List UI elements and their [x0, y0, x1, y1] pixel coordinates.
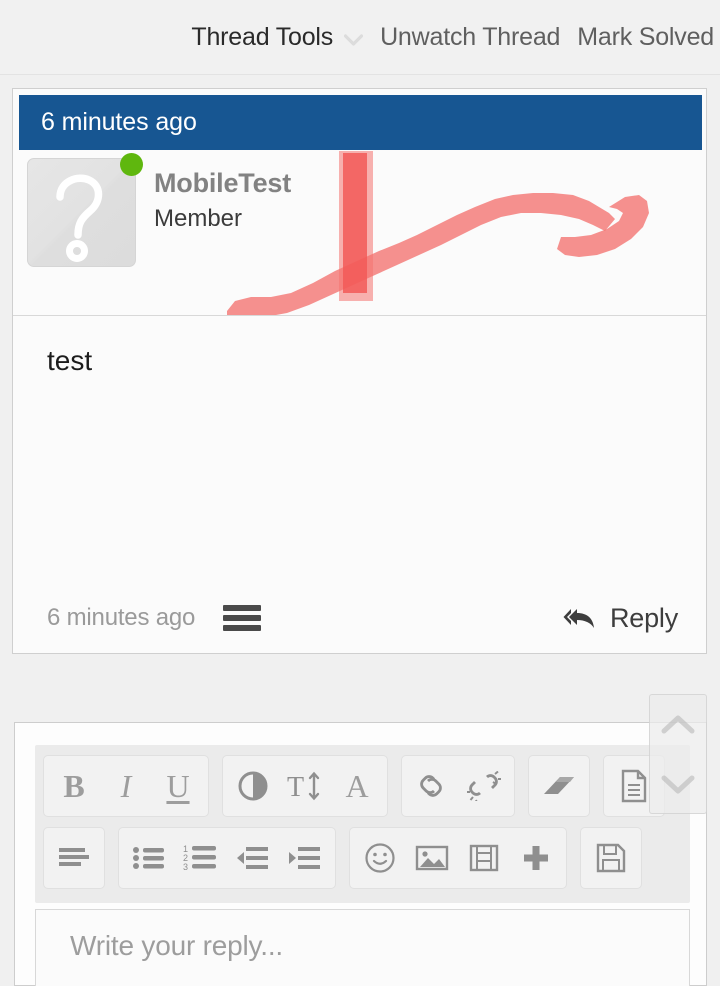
toolbar-group-media [349, 827, 567, 889]
bold-button[interactable]: B [48, 758, 100, 814]
chevron-down-icon [344, 34, 364, 46]
svg-text:3: 3 [183, 862, 188, 872]
avatar-image [27, 158, 136, 267]
toolbar-group-eraser [528, 755, 590, 817]
mark-solved-link[interactable]: Mark Solved [577, 23, 714, 52]
reply-label: Reply [609, 602, 678, 633]
film-icon [469, 844, 499, 872]
post-message-text: test [47, 345, 93, 376]
reply-arrow-icon [563, 609, 594, 628]
chevron-down-icon [661, 775, 695, 793]
outdent-button[interactable] [227, 830, 279, 886]
toolbar-group-text-style: B I U [43, 755, 209, 817]
insert-link-button[interactable] [406, 758, 458, 814]
font-color-glyph: A [345, 767, 369, 804]
font-color-button[interactable]: A [331, 758, 383, 814]
post-user-strip: MobileTest Member [13, 151, 706, 316]
smiley-icon [365, 843, 395, 873]
align-left-icon [59, 848, 89, 866]
italic-button[interactable]: I [100, 758, 152, 814]
more-options-button[interactable] [510, 830, 562, 886]
italic-glyph: I [120, 767, 132, 804]
link-icon [420, 775, 442, 797]
insert-video-button[interactable] [458, 830, 510, 886]
scroll-widget [649, 694, 707, 814]
underline-button[interactable]: U [152, 758, 204, 814]
unwatch-thread-link[interactable]: Unwatch Thread [380, 23, 560, 52]
avatar[interactable] [27, 153, 143, 267]
underline-glyph: U [166, 767, 190, 804]
remove-format-button[interactable] [533, 758, 585, 814]
numbered-list-button[interactable]: 1 2 3 [175, 830, 227, 886]
plus-icon [524, 846, 548, 870]
toolbar-row-2: 1 2 3 [43, 826, 682, 890]
toolbar-row-1: B I U T A [43, 754, 682, 818]
indent-button[interactable] [279, 830, 331, 886]
reply-placeholder: Write your reply... [70, 930, 283, 961]
svg-text:T: T [287, 772, 304, 802]
reply-button[interactable]: Reply [563, 603, 678, 634]
unlink-icon [467, 771, 501, 801]
toolbar-group-lists: 1 2 3 [118, 827, 336, 889]
toolbar-group-save [580, 827, 642, 889]
question-mark-avatar-icon [56, 174, 103, 262]
toolbar-group-align [43, 827, 105, 889]
post-footer: 6 minutes ago Reply [13, 589, 706, 647]
reply-editor-card: B I U T A 1 2 3 Write your reply... [14, 722, 707, 986]
post-author-name[interactable]: MobileTest [154, 167, 291, 201]
post-header-timestamp: 6 minutes ago [41, 108, 197, 136]
remove-link-button[interactable] [458, 758, 510, 814]
numbered-list-icon: 1 2 3 [183, 844, 216, 872]
user-meta: MobileTest Member [154, 167, 291, 235]
page-root: Thread Tools Unwatch Thread Mark Solved … [0, 0, 720, 986]
thread-tools-label: Thread Tools [191, 22, 334, 51]
thread-tools-bar: Thread Tools Unwatch Thread Mark Solved [0, 0, 720, 75]
eraser-icon [544, 777, 574, 794]
align-left-button[interactable] [48, 830, 100, 886]
emoji-button[interactable] [354, 830, 406, 886]
insert-image-button[interactable] [406, 830, 458, 886]
hamburger-menu-icon[interactable] [223, 605, 262, 631]
save-draft-button[interactable] [585, 830, 637, 886]
scroll-down-button[interactable] [661, 773, 695, 795]
toolbar-group-font: T A [222, 755, 388, 817]
chevron-up-icon [661, 715, 695, 733]
bold-glyph: B [63, 767, 85, 804]
online-status-dot [120, 153, 143, 176]
indent-icon [289, 847, 320, 869]
outdent-icon [237, 847, 268, 869]
scroll-up-button[interactable] [661, 714, 695, 736]
contrast-icon [238, 771, 268, 801]
bullet-list-icon [133, 847, 164, 869]
toolbar-group-link [401, 755, 515, 817]
text-contrast-button[interactable] [227, 758, 279, 814]
floppy-disk-icon [596, 843, 626, 873]
thread-tools-dropdown[interactable]: Thread Tools [191, 22, 364, 52]
reply-input[interactable]: Write your reply... [35, 909, 690, 986]
post-footer-timestamp: 6 minutes ago [47, 604, 196, 631]
document-icon [621, 769, 647, 803]
post-header-bar: 6 minutes ago [19, 95, 702, 150]
post-author-title: Member [154, 204, 243, 232]
font-size-button[interactable]: T [279, 758, 331, 814]
post-card: 6 minutes ago MobileTest Member test 6 m… [12, 88, 707, 654]
image-icon [415, 845, 449, 871]
font-size-icon: T [287, 771, 320, 802]
editor-toolbar: B I U T A 1 2 3 [35, 745, 690, 903]
bullet-list-button[interactable] [123, 830, 175, 886]
